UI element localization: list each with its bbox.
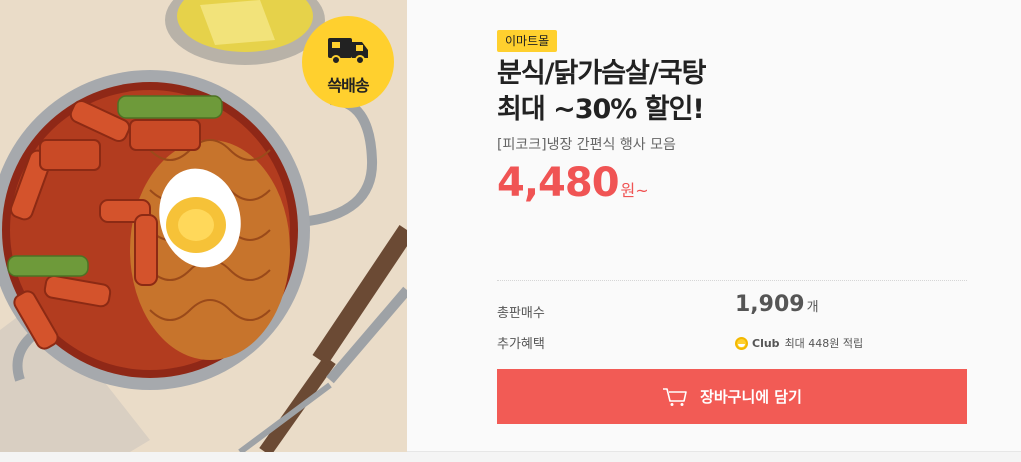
club-name: Club: [752, 336, 780, 350]
club-benefit-text: 최대 448원 적립: [784, 337, 864, 350]
club-icon: [735, 336, 748, 350]
benefit-label: 추가혜택: [497, 337, 545, 352]
sold-count-unit: 개: [806, 300, 819, 315]
price-unit: 원~: [620, 181, 649, 200]
ship-badge-label: 쓱배송: [327, 76, 369, 95]
cart-icon: [663, 387, 687, 406]
divider: [497, 280, 967, 281]
ssg-delivery-badge: 쓱배송: [302, 16, 394, 108]
product-subtitle: [피코크]냉장 간편식 행사 모음: [497, 137, 676, 153]
product-title[interactable]: 분식/닭가슴살/국탕 최대 ~30% 할인!: [497, 56, 967, 128]
mall-badge: 이마트몰: [497, 30, 558, 52]
product-info: 이마트몰 분식/닭가슴살/국탕 최대 ~30% 할인! [피코크]냉장 간편식 …: [407, 0, 1021, 452]
price: 4,480 원~: [497, 160, 649, 206]
delivery-truck-icon: [328, 38, 368, 65]
sold-count-value: 1,909: [735, 292, 805, 317]
club-benefit: Club 최대 448원 적립: [735, 335, 863, 351]
sold-count: 1,909 개: [735, 292, 819, 317]
title-line-1: 분식/닭가슴살/국탕: [497, 58, 706, 89]
product-card: 쓱배송 이마트몰 분식/닭가슴살/국탕 최대 ~30% 할인! [피코크]냉장 …: [0, 0, 1021, 452]
sold-label: 총판매수: [497, 306, 545, 321]
title-line-2: 최대 ~30% 할인!: [497, 94, 705, 125]
price-value: 4,480: [497, 160, 620, 206]
add-to-cart-button[interactable]: 장바구니에 담기: [497, 369, 967, 424]
add-to-cart-label: 장바구니에 담기: [700, 388, 802, 406]
product-image[interactable]: 쓱배송: [0, 0, 407, 452]
